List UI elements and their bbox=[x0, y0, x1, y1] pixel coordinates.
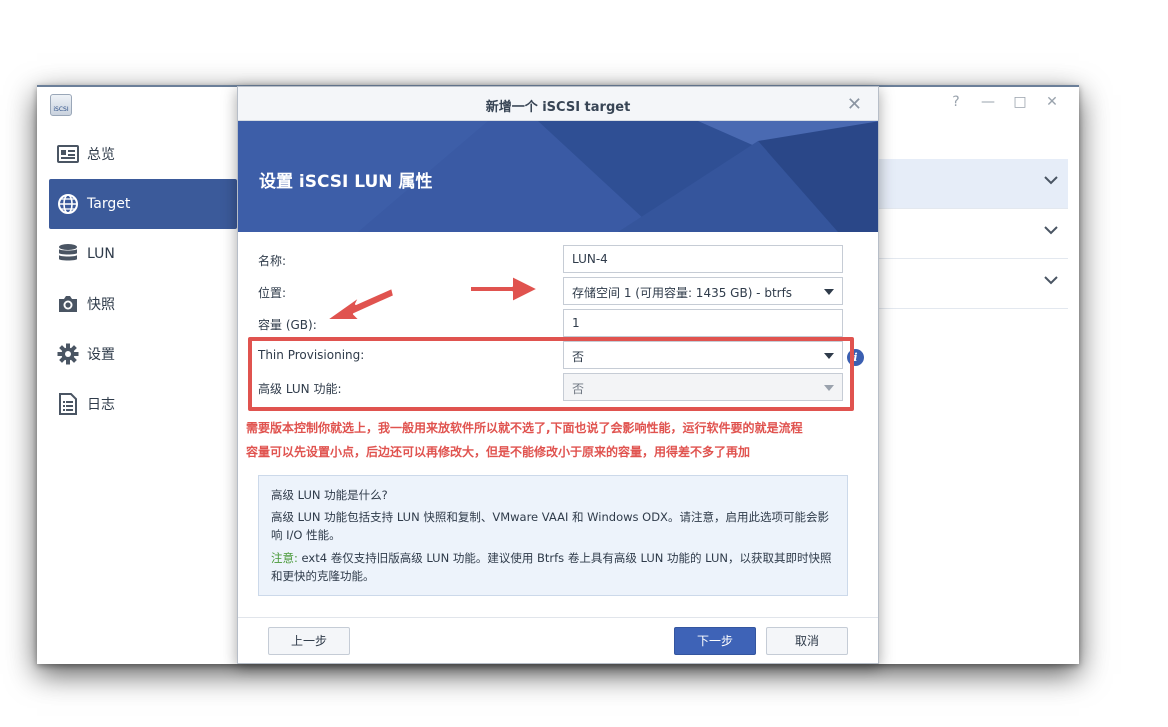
sidebar-item-label: 快照 bbox=[87, 297, 115, 313]
location-label: 位置: bbox=[258, 286, 287, 300]
camera-icon bbox=[57, 293, 79, 315]
chevron-down-icon[interactable] bbox=[1044, 175, 1058, 185]
sidebar-item-label: LUN bbox=[87, 246, 115, 262]
help-note-text: ext4 卷仅支持旧版高级 LUN 功能。建议使用 Btrfs 卷上具有高级 L… bbox=[271, 551, 832, 583]
maximize-icon[interactable]: □ bbox=[1011, 93, 1029, 111]
target-row[interactable] bbox=[878, 259, 1068, 309]
window-controls: ? — □ ✕ bbox=[947, 93, 1061, 111]
target-row[interactable] bbox=[878, 209, 1068, 259]
gear-icon bbox=[57, 343, 79, 365]
close-icon[interactable]: ✕ bbox=[1043, 93, 1061, 111]
globe-icon bbox=[57, 193, 79, 215]
annotation-arrow-left-icon bbox=[325, 287, 395, 321]
annotation-text-line-1: 需要版本控制你就选上，我一般用来放软件所以就不选了,下面也说了会影响性能，运行软… bbox=[246, 421, 803, 435]
name-input[interactable]: LUN-4 bbox=[563, 245, 843, 273]
next-button[interactable]: 下一步 bbox=[674, 627, 756, 655]
close-icon[interactable]: ✕ bbox=[847, 94, 862, 115]
sidebar-item-overview[interactable]: 总览 bbox=[49, 129, 237, 179]
target-row[interactable] bbox=[878, 159, 1068, 209]
overview-icon bbox=[57, 143, 79, 165]
create-target-dialog: 新增一个 iSCSI target ✕ 设置 iSCSI LUN 属性 名称: … bbox=[237, 86, 879, 664]
wizard-banner: 设置 iSCSI LUN 属性 bbox=[238, 121, 878, 232]
sidebar-item-log[interactable]: 日志 bbox=[49, 379, 237, 429]
iscsi-app-icon: iSCSI bbox=[50, 94, 72, 116]
chevron-down-icon[interactable] bbox=[1044, 275, 1058, 285]
minimize-icon[interactable]: — bbox=[979, 93, 997, 111]
sidebar-item-snapshot[interactable]: 快照 bbox=[49, 279, 237, 329]
annotation-arrow-right-icon bbox=[469, 275, 539, 303]
annotation-highlight-box bbox=[248, 337, 854, 411]
dropdown-arrow-icon bbox=[824, 289, 834, 295]
sidebar-item-target[interactable]: Target bbox=[49, 179, 237, 229]
help-note: 注意: ext4 卷仅支持旧版高级 LUN 功能。建议使用 Btrfs 卷上具有… bbox=[271, 549, 835, 585]
sidebar-item-settings[interactable]: 设置 bbox=[49, 329, 237, 379]
sidebar: 总览 Target LUN 快照 设置 日志 bbox=[49, 129, 237, 429]
back-button[interactable]: 上一步 bbox=[268, 627, 350, 655]
app-icon-label: iSCSI bbox=[53, 106, 69, 113]
help-icon[interactable]: ? bbox=[947, 93, 965, 111]
dialog-footer: 上一步 下一步 取消 bbox=[238, 617, 878, 663]
banner-title: 设置 iSCSI LUN 属性 bbox=[259, 172, 433, 192]
database-icon bbox=[57, 243, 79, 265]
sidebar-item-label: Target bbox=[87, 196, 131, 212]
help-paragraph: 高级 LUN 功能包括支持 LUN 快照和复制、VMware VAAI 和 Wi… bbox=[271, 510, 829, 542]
log-icon bbox=[57, 393, 79, 415]
help-title: 高级 LUN 功能是什么? bbox=[271, 488, 388, 502]
sidebar-item-label: 设置 bbox=[87, 347, 115, 363]
screenshot-stage: iSCSI ? — □ ✕ 总览 Target LUN 快照 设置 日志 新增一… bbox=[0, 0, 1168, 727]
location-value: 存储空间 1 (可用容量: 1435 GB) - btrfs bbox=[572, 286, 793, 300]
dialog-title: 新增一个 iSCSI target bbox=[485, 100, 631, 115]
name-label: 名称: bbox=[258, 254, 287, 268]
location-select[interactable]: 存储空间 1 (可用容量: 1435 GB) - btrfs bbox=[563, 277, 843, 305]
capacity-input[interactable]: 1 bbox=[563, 309, 843, 337]
chevron-down-icon[interactable] bbox=[1044, 225, 1058, 235]
sidebar-item-label: 总览 bbox=[87, 147, 115, 163]
sidebar-item-lun[interactable]: LUN bbox=[49, 229, 237, 279]
annotation-text-line-2: 容量可以先设置小点，后边还可以再修改大，但是不能修改小于原来的容量，用得差不多了… bbox=[246, 445, 751, 459]
target-list bbox=[878, 159, 1068, 309]
cancel-button[interactable]: 取消 bbox=[766, 627, 848, 655]
sidebar-item-label: 日志 bbox=[87, 397, 115, 413]
dialog-titlebar: 新增一个 iSCSI target ✕ bbox=[238, 87, 878, 121]
help-note-label: 注意: bbox=[271, 551, 298, 565]
capacity-label: 容量 (GB): bbox=[258, 318, 317, 332]
advanced-lun-help-box: 高级 LUN 功能是什么? 高级 LUN 功能包括支持 LUN 快照和复制、VM… bbox=[258, 475, 848, 596]
